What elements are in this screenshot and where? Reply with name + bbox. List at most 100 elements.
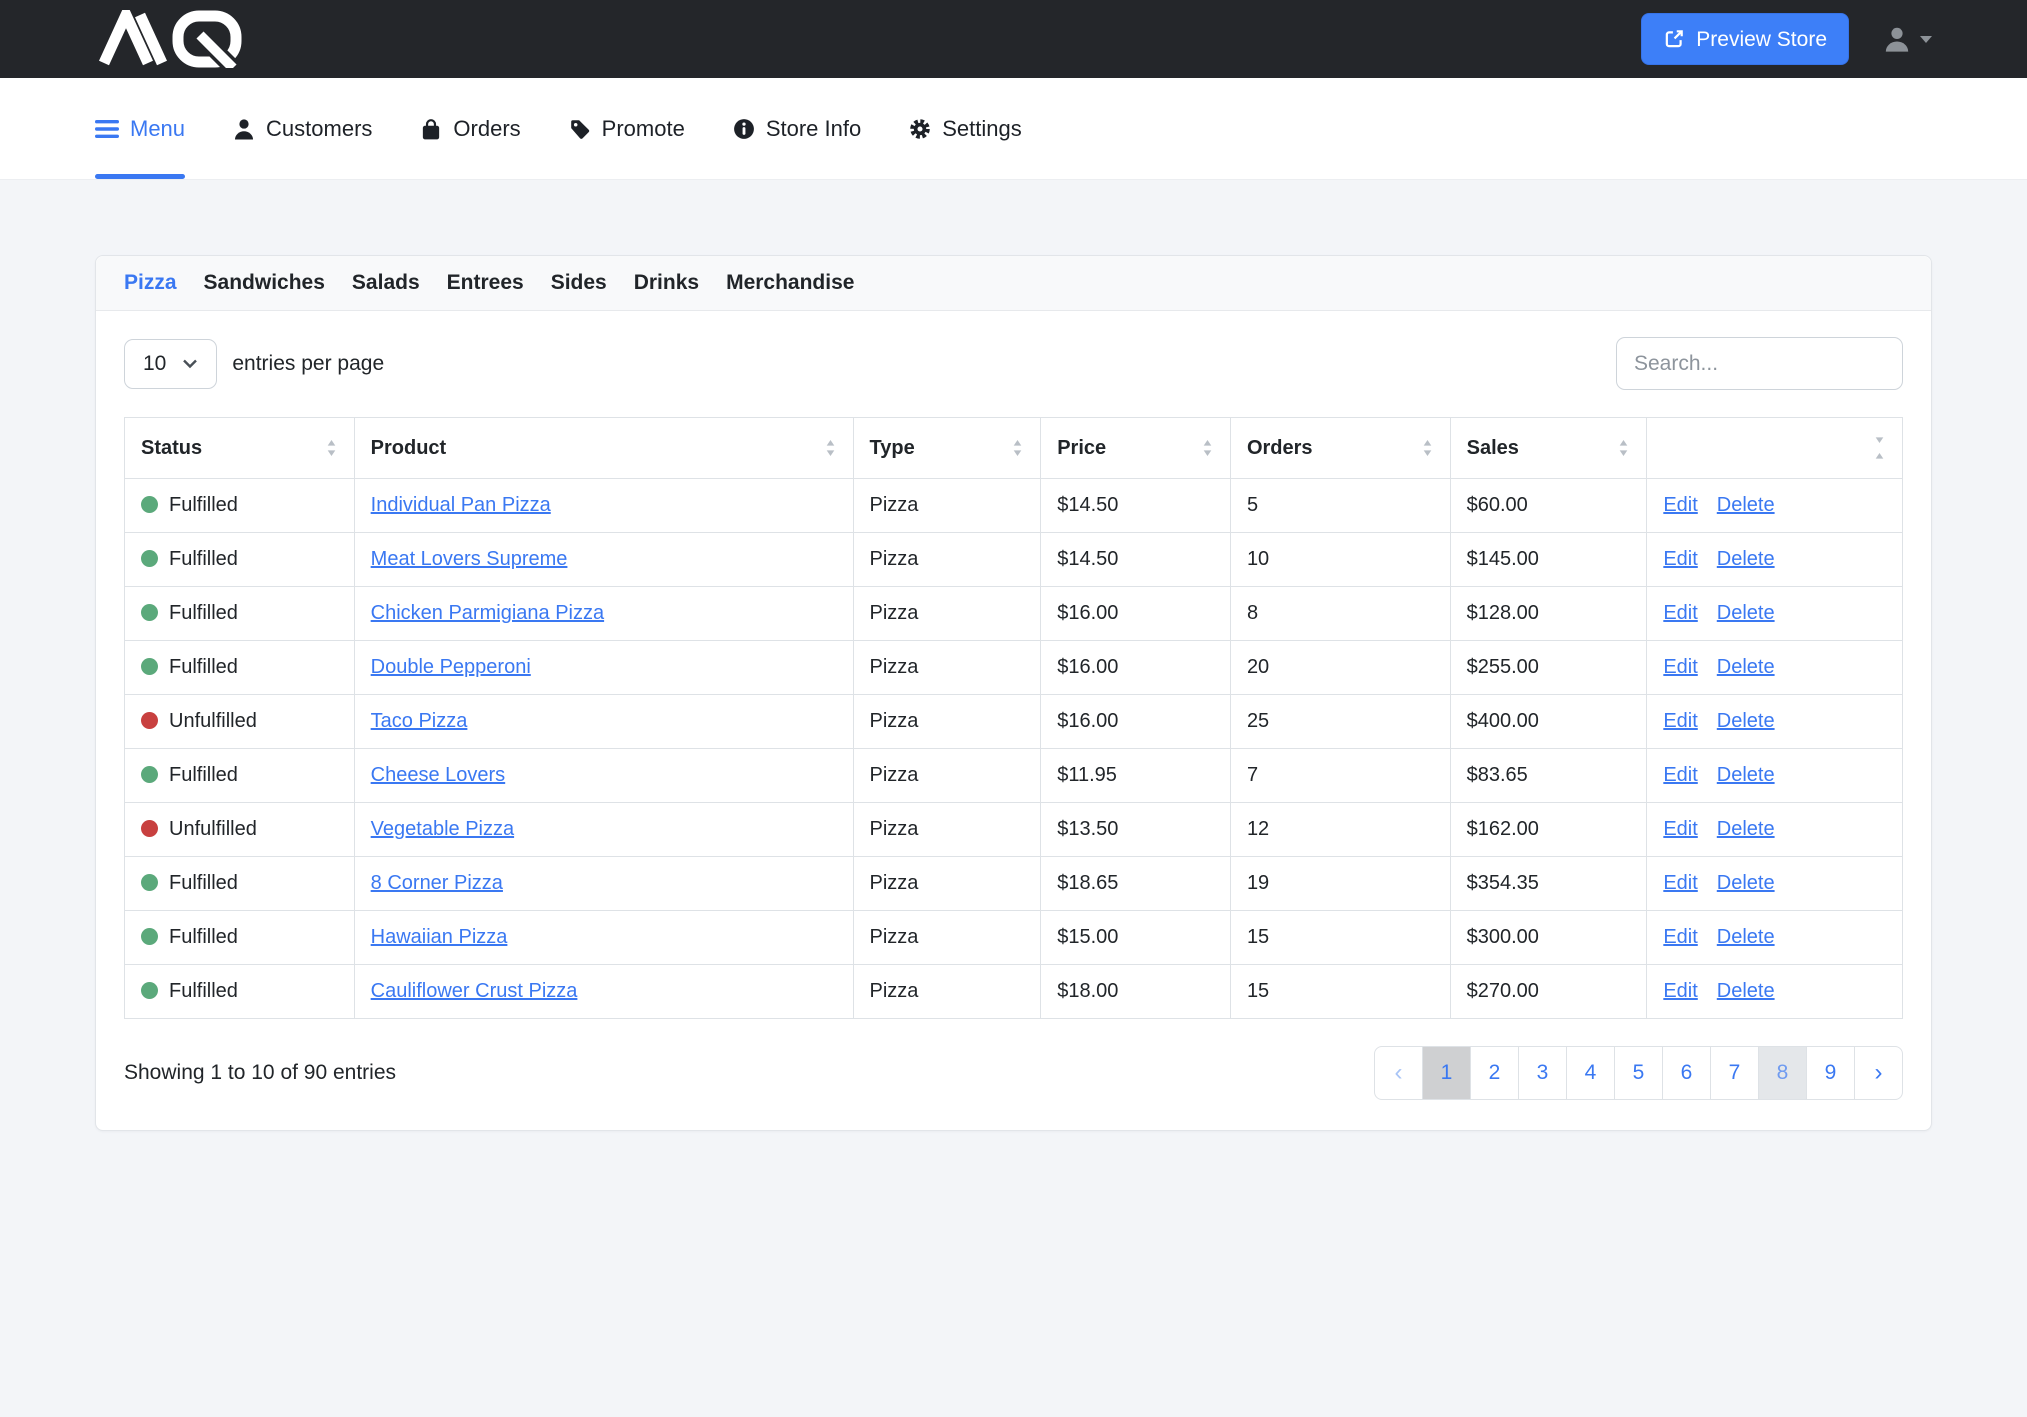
delete-link[interactable]: Delete [1717,710,1775,732]
delete-link[interactable]: Delete [1717,656,1775,678]
product-link[interactable]: Chicken Parmigiana Pizza [371,602,604,624]
store-logo[interactable] [95,10,245,68]
product-link[interactable]: Taco Pizza [371,710,468,732]
delete-link[interactable]: Delete [1717,926,1775,948]
edit-link[interactable]: Edit [1663,602,1697,624]
sort-icon [824,437,837,459]
pagination-page-7[interactable]: 7 [1710,1046,1759,1100]
pagination-page-4[interactable]: 4 [1566,1046,1615,1100]
nav-item-menu[interactable]: Menu [95,78,185,179]
nav-item-store-info[interactable]: Store Info [733,78,861,179]
table-row: Fulfilled 8 Corner Pizza Pizza $18.65 19… [125,857,1903,911]
pagination-page-2[interactable]: 2 [1470,1046,1519,1100]
type-cell: Pizza [853,695,1041,749]
orders-cell: 5 [1230,479,1450,533]
status-dot [141,712,158,729]
status-dot [141,928,158,945]
entries-value: 10 [143,352,166,376]
nav-item-customers[interactable]: Customers [233,78,372,179]
tab-sides[interactable]: Sides [551,271,607,295]
sales-cell: $270.00 [1450,965,1647,1019]
preview-store-label: Preview Store [1696,29,1827,50]
edit-link[interactable]: Edit [1663,548,1697,570]
tab-pizza[interactable]: Pizza [124,271,177,295]
orders-cell: 12 [1230,803,1450,857]
tab-entrees[interactable]: Entrees [447,271,524,295]
sales-cell: $60.00 [1450,479,1647,533]
actions-cell: Edit Delete [1647,965,1903,1019]
edit-link[interactable]: Edit [1663,872,1697,894]
status-dot [141,658,158,675]
status-dot [141,766,158,783]
pagination-page-9[interactable]: 9 [1806,1046,1855,1100]
tab-salads[interactable]: Salads [352,271,420,295]
sort-icon [1201,437,1214,459]
delete-link[interactable]: Delete [1717,602,1775,624]
column-header-product[interactable]: Product [354,418,853,479]
edit-link[interactable]: Edit [1663,764,1697,786]
user-menu[interactable] [1883,25,1932,53]
product-link[interactable]: Cheese Lovers [371,764,506,786]
pagination-page-3[interactable]: 3 [1518,1046,1567,1100]
pagination: ‹ 1 2 3 4 5 6 7 8 9 › [1374,1046,1903,1100]
product-link[interactable]: Individual Pan Pizza [371,494,551,516]
status-cell: Unfulfilled [125,695,355,749]
status-dot [141,604,158,621]
actions-cell: Edit Delete [1647,803,1903,857]
column-header-status[interactable]: Status [125,418,355,479]
product-link[interactable]: Double Pepperoni [371,656,531,678]
price-cell: $11.95 [1041,749,1231,803]
edit-link[interactable]: Edit [1663,656,1697,678]
column-header-orders[interactable]: Orders [1230,418,1450,479]
orders-cell: 19 [1230,857,1450,911]
price-cell: $18.65 [1041,857,1231,911]
edit-link[interactable]: Edit [1663,818,1697,840]
table-row: Unfulfilled Taco Pizza Pizza $16.00 25 $… [125,695,1903,749]
type-cell: Pizza [853,533,1041,587]
nav-item-promote[interactable]: Promote [569,78,685,179]
pagination-next[interactable]: › [1854,1046,1903,1100]
pagination-prev[interactable]: ‹ [1374,1046,1423,1100]
delete-link[interactable]: Delete [1717,980,1775,1002]
product-link[interactable]: Cauliflower Crust Pizza [371,980,578,1002]
preview-store-button[interactable]: Preview Store [1641,13,1849,65]
actions-cell: Edit Delete [1647,479,1903,533]
tab-merchandise[interactable]: Merchandise [726,271,854,295]
delete-link[interactable]: Delete [1717,494,1775,516]
gear-icon [909,118,931,140]
delete-link[interactable]: Delete [1717,872,1775,894]
column-header-sales[interactable]: Sales [1450,418,1647,479]
pagination-page-5[interactable]: 5 [1614,1046,1663,1100]
pagination-page-6[interactable]: 6 [1662,1046,1711,1100]
entries-per-page-select[interactable]: 10 [124,339,217,389]
delete-link[interactable]: Delete [1717,764,1775,786]
column-header-price[interactable]: Price [1041,418,1231,479]
table-footer: Showing 1 to 10 of 90 entries ‹ 1 2 3 4 … [124,1046,1903,1100]
column-header-type[interactable]: Type [853,418,1041,479]
product-link[interactable]: Hawaiian Pizza [371,926,508,948]
product-link[interactable]: 8 Corner Pizza [371,872,503,894]
sales-cell: $83.65 [1450,749,1647,803]
edit-link[interactable]: Edit [1663,926,1697,948]
main-nav: Menu Customers Orders Promote Store Info [0,78,2027,180]
nav-item-orders[interactable]: Orders [420,78,520,179]
delete-link[interactable]: Delete [1717,548,1775,570]
sort-icon [1011,437,1024,459]
edit-link[interactable]: Edit [1663,980,1697,1002]
delete-link[interactable]: Delete [1717,818,1775,840]
nav-item-settings[interactable]: Settings [909,78,1022,179]
orders-cell: 25 [1230,695,1450,749]
product-link[interactable]: Meat Lovers Supreme [371,548,568,570]
sales-cell: $145.00 [1450,533,1647,587]
tab-drinks[interactable]: Drinks [634,271,699,295]
column-header-actions[interactable] [1647,418,1903,479]
actions-cell: Edit Delete [1647,533,1903,587]
edit-link[interactable]: Edit [1663,710,1697,732]
search-input[interactable] [1616,337,1903,390]
pagination-page-8[interactable]: 8 [1758,1046,1807,1100]
edit-link[interactable]: Edit [1663,494,1697,516]
product-link[interactable]: Vegetable Pizza [371,818,514,840]
tab-sandwiches[interactable]: Sandwiches [204,271,325,295]
pagination-page-1[interactable]: 1 [1422,1046,1471,1100]
status-label: Fulfilled [169,602,238,624]
